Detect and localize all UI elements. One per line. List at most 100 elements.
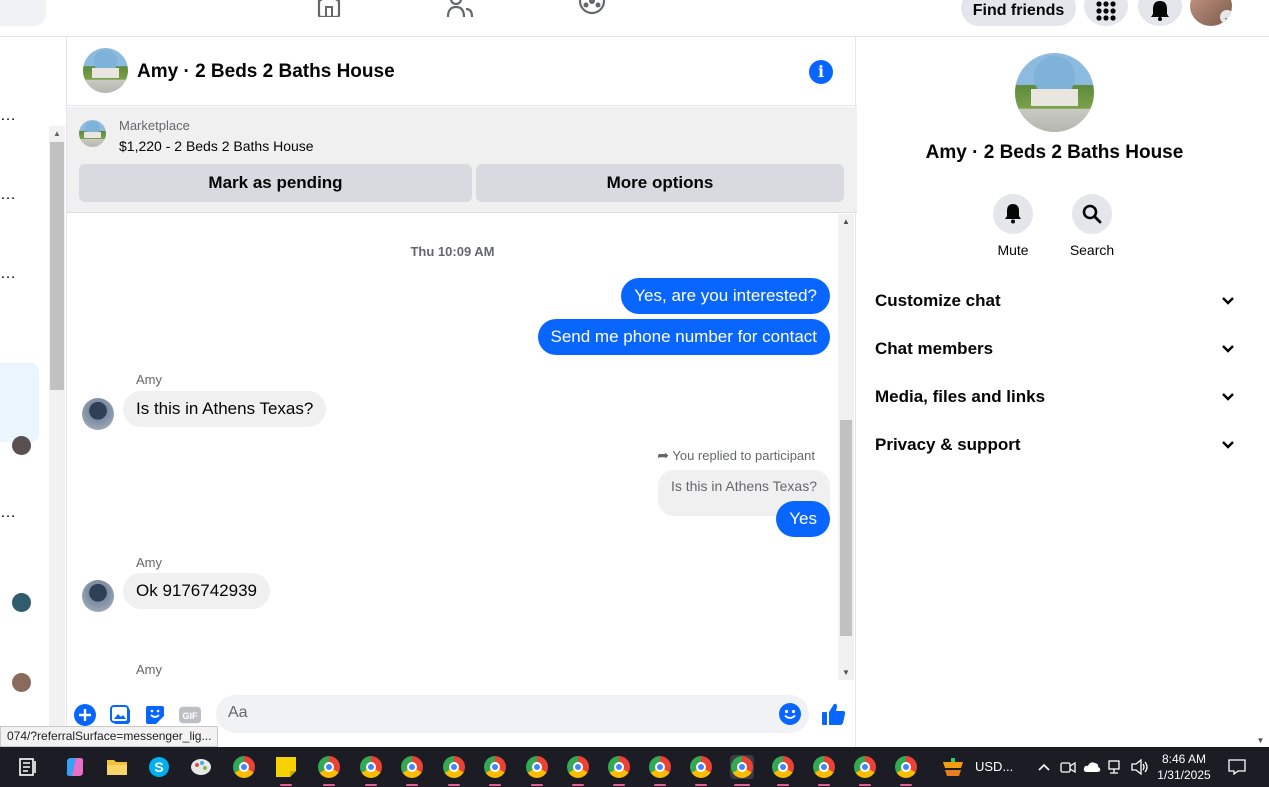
chrome-window-icon[interactable]: [359, 755, 383, 786]
sticker-icon[interactable]: [144, 704, 166, 726]
chrome-window-icon[interactable]: [442, 755, 466, 786]
chrome-profile-icon[interactable]: [317, 755, 341, 786]
chat-list-item[interactable]: …: [0, 186, 16, 204]
chrome-window-icon[interactable]: [689, 755, 713, 786]
bell-icon[interactable]: [993, 194, 1033, 234]
conversation-details-panel: Amy · 2 Beds 2 Baths House Mute Search C…: [857, 37, 1252, 747]
meet-now-icon[interactable]: [1056, 755, 1080, 779]
chrome-window-icon[interactable]: [812, 755, 836, 786]
section-chat-members[interactable]: Chat members: [875, 331, 1235, 367]
friends-icon[interactable]: [445, 0, 475, 18]
network-icon[interactable]: [1104, 755, 1128, 779]
plus-icon[interactable]: [74, 704, 96, 726]
mute-button[interactable]: Mute: [983, 194, 1043, 258]
chevron-up-icon[interactable]: [1032, 755, 1056, 779]
message-bubble-incoming[interactable]: Ok 9176742939: [123, 573, 270, 609]
photo-icon[interactable]: [110, 704, 132, 726]
top-navigation: Find friends ⌄: [0, 0, 1269, 37]
chevron-down-icon[interactable]: ⌄: [1220, 10, 1232, 24]
groups-icon[interactable]: [577, 0, 607, 18]
sender-name: Amy: [136, 555, 162, 570]
search-icon[interactable]: [1072, 194, 1112, 234]
section-media-files-links[interactable]: Media, files and links: [875, 379, 1235, 415]
scrollbar-thumb[interactable]: [50, 142, 64, 390]
chat-list-avatar[interactable]: [12, 673, 31, 692]
info-icon[interactable]: i: [809, 60, 833, 84]
mute-label: Mute: [997, 242, 1029, 258]
emoji-icon[interactable]: [779, 703, 801, 725]
chat-list-item[interactable]: …: [0, 107, 16, 125]
chat-list-item-active[interactable]: [0, 363, 39, 442]
chrome-window-icon[interactable]: [607, 755, 631, 786]
search-box[interactable]: [0, 0, 46, 26]
chrome-window-icon[interactable]: [894, 755, 918, 786]
search-button[interactable]: Search: [1062, 194, 1122, 258]
weather-icon[interactable]: [941, 755, 965, 779]
volume-icon[interactable]: [1128, 755, 1152, 779]
thumbs-up-icon[interactable]: [821, 701, 847, 727]
account-avatar[interactable]: ⌄: [1190, 0, 1232, 26]
scrollbar-thumb[interactable]: [840, 420, 852, 636]
chevron-down-icon: [1221, 387, 1235, 407]
reply-arrow-icon: ➦: [657, 447, 669, 463]
listing-thumbnail[interactable]: [79, 120, 106, 147]
chrome-window-icon[interactable]: [400, 755, 424, 786]
chat-list-avatar[interactable]: [12, 593, 31, 612]
conversation-header: Amy · 2 Beds 2 Baths House i: [67, 37, 857, 106]
conversation-title[interactable]: Amy · 2 Beds 2 Baths House: [137, 61, 395, 83]
section-privacy-support[interactable]: Privacy & support: [875, 427, 1235, 463]
section-customize-chat[interactable]: Customize chat: [875, 283, 1235, 319]
paint-icon[interactable]: [189, 755, 213, 779]
find-friends-button[interactable]: Find friends: [961, 0, 1076, 26]
file-explorer-icon[interactable]: [105, 755, 129, 779]
status-bar-url: 074/?referralSurface=messenger_lig...: [0, 726, 219, 747]
svg-text:GIF: GIF: [182, 711, 198, 721]
search-label: Search: [1069, 242, 1115, 258]
chrome-icon[interactable]: [232, 755, 256, 779]
skype-icon[interactable]: S: [147, 755, 171, 779]
task-view-icon[interactable]: [17, 755, 41, 779]
message-bubble-outgoing[interactable]: Yes, are you interested?: [621, 278, 830, 314]
message-bubble-outgoing[interactable]: Send me phone number for contact: [537, 319, 830, 355]
message-input[interactable]: [228, 704, 748, 722]
onedrive-cloud-icon[interactable]: [1080, 755, 1104, 779]
sender-name: Amy: [136, 662, 162, 677]
sender-avatar[interactable]: [82, 398, 114, 430]
clock-date: 1/31/2025: [1157, 768, 1211, 782]
copilot-icon[interactable]: [63, 755, 87, 779]
chat-list-item[interactable]: …: [0, 504, 16, 522]
page-scrollbar[interactable]: ▼: [1252, 37, 1269, 747]
message-bubble-incoming[interactable]: Is this in Athens Texas?: [123, 391, 327, 427]
message-bubble-outgoing[interactable]: Yes: [776, 501, 830, 537]
chrome-window-icon[interactable]: [853, 755, 877, 786]
conversation-avatar[interactable]: [83, 48, 128, 93]
listing-title[interactable]: $1,220 - 2 Beds 2 Baths House: [119, 138, 314, 154]
more-options-button[interactable]: More options: [476, 164, 844, 202]
gif-icon[interactable]: GIF: [179, 704, 201, 726]
sticky-notes-icon[interactable]: [274, 755, 298, 786]
system-clock[interactable]: 8:46 AM 1/31/2025: [1150, 751, 1218, 783]
notification-center-icon[interactable]: [1225, 755, 1249, 779]
chrome-window-icon[interactable]: [771, 755, 795, 786]
chrome-window-icon[interactable]: [648, 755, 672, 786]
chat-list-avatar[interactable]: [12, 436, 31, 455]
home-icon[interactable]: [314, 0, 344, 18]
chrome-window-icon[interactable]: [483, 755, 507, 786]
sender-name: Amy: [136, 372, 162, 387]
mark-as-pending-button[interactable]: Mark as pending: [79, 164, 472, 202]
weather-text[interactable]: USD...: [975, 759, 1013, 774]
chevron-down-icon: [1221, 435, 1235, 455]
chrome-window-icon[interactable]: [566, 755, 590, 786]
chat-list-item[interactable]: …: [0, 265, 16, 283]
messages-scrollbar[interactable]: ▲ ▼: [838, 214, 854, 680]
menu-grid-icon[interactable]: [1084, 0, 1128, 26]
notifications-bell-icon[interactable]: [1138, 0, 1182, 26]
sender-avatar[interactable]: [82, 580, 114, 612]
chrome-window-active-icon[interactable]: [730, 755, 754, 786]
profile-avatar[interactable]: [1015, 53, 1094, 132]
message-input-wrapper: [216, 695, 809, 733]
chrome-window-icon[interactable]: [525, 755, 549, 786]
section-label: Media, files and links: [875, 387, 1046, 406]
marketplace-banner: Marketplace $1,220 - 2 Beds 2 Baths Hous…: [67, 107, 857, 213]
sidebar-scrollbar[interactable]: ▲: [49, 126, 65, 776]
